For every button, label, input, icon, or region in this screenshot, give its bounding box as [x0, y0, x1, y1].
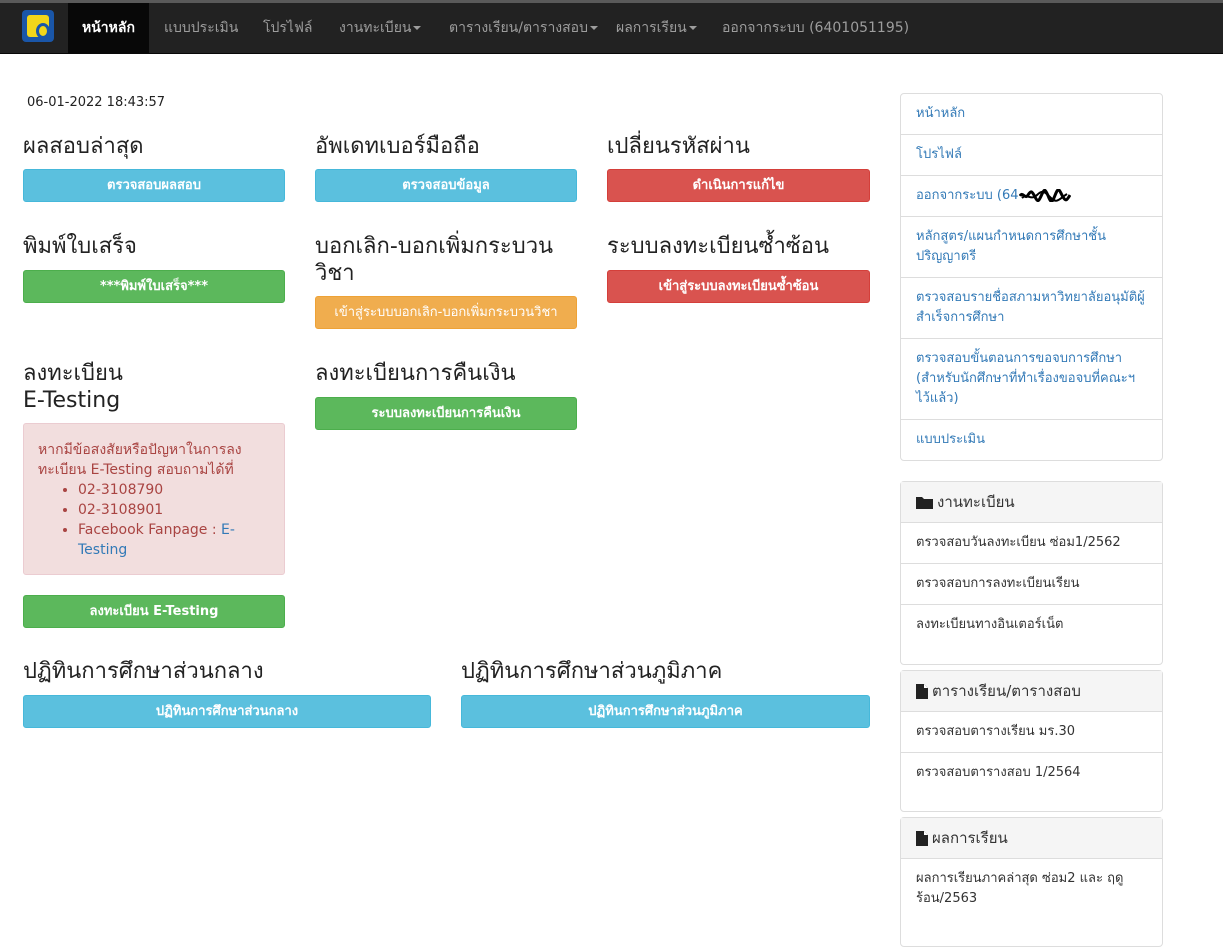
- update-phone-heading: อัพเดทเบอร์มือถือ: [315, 134, 480, 159]
- grades-panel-title: ผลการเรียน: [932, 829, 1008, 847]
- current-datetime: 06-01-2022 18:43:57: [27, 95, 166, 110]
- folder-icon: [916, 497, 933, 509]
- drop-add-heading-line1: บอกเลิก-บอกเพิ่มกระบวน: [315, 234, 554, 259]
- sidebar-item-graduate-list[interactable]: ตรวจสอบรายชื่อสภามหาวิทยาลัยอนุมัติผู้สำ…: [901, 277, 1162, 338]
- sidebar-registration-panel: งานทะเบียน ตรวจสอบวันลงทะเบียน ซ่อม1/256…: [900, 481, 1163, 665]
- regional-calendar-heading: ปฏิทินการศึกษาส่วนภูมิภาค: [461, 659, 723, 684]
- sidebar-item-evaluation[interactable]: แบบประเมิน: [901, 419, 1162, 460]
- sidebar-main-menu: หน้าหลัก โปรไฟล์ ออกจากระบบ (64 หลักสูตร…: [900, 93, 1163, 461]
- refund-system-button[interactable]: ระบบลงทะเบียนการคืนเงิน: [315, 397, 577, 430]
- nav-grades-dropdown[interactable]: ผลการเรียน: [616, 3, 697, 54]
- nav-grades-label: ผลการเรียน: [616, 20, 687, 36]
- nav-registration-dropdown[interactable]: งานทะเบียน: [339, 3, 422, 54]
- nav-home[interactable]: หน้าหลัก: [68, 3, 149, 54]
- caret-down-icon: [413, 26, 422, 30]
- register-etesting-button[interactable]: ลงทะเบียน E-Testing: [23, 595, 285, 628]
- central-calendar-heading: ปฏิทินการศึกษาส่วนกลาง: [23, 659, 264, 684]
- nav-logout[interactable]: ออกจากระบบ (6401051195): [722, 3, 909, 54]
- redacted-scribble-icon: [1018, 189, 1071, 202]
- nav-evaluation[interactable]: แบบประเมิน: [164, 3, 238, 54]
- change-password-heading: เปลี่ยนรหัสผ่าน: [607, 134, 750, 159]
- nav-schedule-dropdown[interactable]: ตารางเรียน/ตารางสอบ: [449, 3, 598, 54]
- duplicate-registration-button[interactable]: เข้าสู่ระบบลงทะเบียนซ้ำซ้อน: [607, 270, 870, 303]
- regional-calendar-button[interactable]: ปฏิทินการศึกษาส่วนภูมิภาค: [461, 695, 870, 728]
- latest-exam-heading: ผลสอบล่าสุด: [23, 134, 144, 159]
- registration-panel-title: งานทะเบียน: [937, 493, 1015, 511]
- sidebar-item-latest-grades[interactable]: ผลการเรียนภาคล่าสุด ซ่อม2 และ ฤดูร้อน/25…: [901, 859, 1162, 919]
- nav-registration-label: งานทะเบียน: [339, 20, 412, 36]
- etesting-alert-text: หากมีข้อสงสัยหรือปัญหาในการลงทะเบียน E-T…: [38, 442, 242, 478]
- caret-down-icon: [589, 26, 598, 30]
- sidebar-item-class-schedule[interactable]: ตรวจสอบตารางเรียน มร.30: [901, 712, 1162, 752]
- drop-add-heading-line2: วิชา: [315, 261, 355, 286]
- file-icon: [916, 684, 928, 699]
- etesting-heading-line2: E-Testing: [23, 388, 121, 413]
- sidebar-item-exam-schedule[interactable]: ตรวจสอบตารางสอบ 1/2564: [901, 752, 1162, 793]
- print-receipt-heading: พิมพ์ใบเสร็จ: [23, 234, 137, 259]
- central-calendar-button[interactable]: ปฏิทินการศึกษาส่วนกลาง: [23, 695, 431, 728]
- etesting-heading-line1: ลงทะเบียน: [23, 361, 123, 386]
- facebook-label: Facebook Fanpage :: [78, 522, 222, 538]
- contact-facebook: Facebook Fanpage : E-Testing: [78, 520, 270, 560]
- schedule-panel-title: ตารางเรียน/ตารางสอบ: [932, 682, 1081, 700]
- etesting-heading: ลงทะเบียน E-Testing: [23, 360, 123, 414]
- sidebar-item-home[interactable]: หน้าหลัก: [901, 94, 1162, 134]
- duplicate-registration-heading: ระบบลงทะเบียนซ้ำซ้อน: [607, 234, 829, 259]
- refund-heading: ลงทะเบียนการคืนเงิน: [315, 361, 516, 386]
- etesting-contact-list: 02-3108790 02-3108901 Facebook Fanpage :…: [38, 480, 270, 560]
- edit-password-button[interactable]: ดำเนินการแก้ไข: [607, 169, 870, 202]
- check-info-button[interactable]: ตรวจสอบข้อมูล: [315, 169, 577, 202]
- grades-panel-heading: ผลการเรียน: [901, 818, 1162, 859]
- sidebar-item-check-registration[interactable]: ตรวจสอบการลงทะเบียนเรียน: [901, 563, 1162, 604]
- print-receipt-button[interactable]: ***พิมพ์ใบเสร็จ***: [23, 270, 285, 303]
- sidebar-item-logout[interactable]: ออกจากระบบ (64: [901, 175, 1162, 216]
- sidebar-item-profile[interactable]: โปรไฟล์: [901, 134, 1162, 175]
- sidebar-item-graduation-steps[interactable]: ตรวจสอบขั้นตอนการขอจบการศึกษา (สำหรับนัก…: [901, 338, 1162, 419]
- drop-add-heading: บอกเลิก-บอกเพิ่มกระบวน วิชา: [315, 233, 553, 287]
- schedule-panel-heading: ตารางเรียน/ตารางสอบ: [901, 671, 1162, 712]
- sidebar-logout-label: ออกจากระบบ (64: [916, 188, 1019, 203]
- sidebar-item-online-registration[interactable]: ลงทะเบียนทางอินเตอร์เน็ต: [901, 604, 1162, 645]
- contact-phone-2: 02-3108901: [78, 500, 270, 520]
- sidebar-item-curriculum[interactable]: หลักสูตร/แผนกำหนดการศึกษาชั้นปริญญาตรี: [901, 216, 1162, 277]
- top-navbar: หน้าหลัก แบบประเมิน โปรไฟล์ งานทะเบียน ต…: [0, 0, 1223, 54]
- drop-add-system-button[interactable]: เข้าสู่ระบบบอกเลิก-บอกเพิ่มกระบวนวิชา: [315, 296, 577, 329]
- nav-profile[interactable]: โปรไฟล์: [263, 3, 312, 54]
- etesting-contact-alert: หากมีข้อสงสัยหรือปัญหาในการลงทะเบียน E-T…: [23, 423, 285, 575]
- sidebar-schedule-panel: ตารางเรียน/ตารางสอบ ตรวจสอบตารางเรียน มร…: [900, 670, 1163, 812]
- check-exam-result-button[interactable]: ตรวจสอบผลสอบ: [23, 169, 285, 202]
- sidebar-item-registration-date[interactable]: ตรวจสอบวันลงทะเบียน ซ่อม1/2562: [901, 523, 1162, 563]
- file-icon: [916, 831, 928, 846]
- nav-schedule-label: ตารางเรียน/ตารางสอบ: [449, 20, 588, 36]
- caret-down-icon: [688, 26, 697, 30]
- sidebar-grades-panel: ผลการเรียน ผลการเรียนภาคล่าสุด ซ่อม2 และ…: [900, 817, 1163, 947]
- registration-panel-heading: งานทะเบียน: [901, 482, 1162, 523]
- university-logo-icon[interactable]: [22, 10, 54, 42]
- contact-phone-1: 02-3108790: [78, 480, 270, 500]
